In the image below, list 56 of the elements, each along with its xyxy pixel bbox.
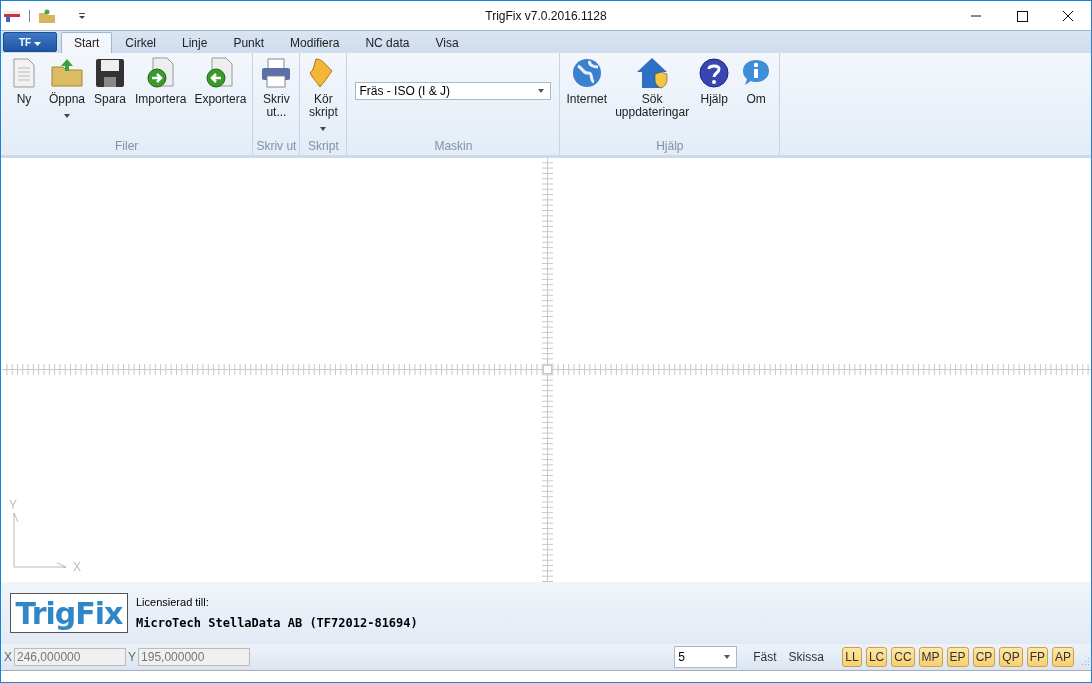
snap-button[interactable]: LC [865,647,888,667]
snap-button[interactable]: QP [999,647,1023,667]
snap-button[interactable]: CP [972,647,996,667]
mode-button[interactable]: Fäst [747,650,783,664]
ribbon-button[interactable]: Hjälp [693,56,736,106]
ribbon-tab[interactable]: Start [61,32,113,53]
folder-icon[interactable] [38,9,56,23]
snap-button[interactable]: AP [1052,647,1074,667]
group-label: Maskin [433,139,474,155]
ribbon-button[interactable]: Sök uppdateringar [611,56,694,119]
caret-icon [34,41,41,46]
license-holder: MicroTech StellaData AB (TF72012-81694) [136,616,418,630]
x-coordinate-field[interactable]: 246,000000 [14,648,126,666]
ribbon-button[interactable]: Kör skript [302,56,345,131]
group-label: Hjälp [655,139,685,155]
snap-button[interactable]: EP [946,647,969,667]
license-label: Licensierad till: [136,596,210,608]
ribbon-button[interactable]: Importera [131,56,191,106]
caret-icon [538,89,545,93]
dropdown-caret-icon[interactable] [78,12,86,20]
snap-button[interactable]: LL [841,647,862,667]
snap-button[interactable]: FP [1026,647,1048,667]
snap-button[interactable]: MP [918,647,943,667]
ribbon-tab[interactable]: NC data [352,32,423,53]
ribbon-button[interactable]: Internet [562,56,612,106]
caret-icon [724,655,731,659]
group-label: Filer [114,139,140,155]
app-icon [3,9,21,23]
ribbon-tab[interactable]: Punkt [220,32,278,53]
house-shield-icon [635,56,670,90]
logo: TrigFix [10,593,128,633]
y-coordinate-field[interactable]: 195,000000 [138,648,251,666]
ribbon-button[interactable]: Öppna [45,56,90,118]
help-icon [697,56,732,90]
ribbon-button[interactable]: Om [735,56,778,106]
coordinate-label: X [4,650,12,664]
axis-label: Y [9,498,18,512]
group-label: Skript [307,139,340,155]
ribbon-button[interactable]: Skriv ut... [255,56,298,119]
app-menu-button[interactable]: TF [3,32,57,52]
machine-dropdown[interactable]: Fräs - ISO (I & J) [355,82,552,100]
snap-dropdown[interactable]: 5 [674,646,738,668]
ribbon-tab[interactable]: Visa [422,32,472,53]
axis-arrows-icon [13,512,67,568]
ribbon-tab[interactable]: Modifiera [277,32,353,53]
ribbon-tab[interactable]: Linje [169,32,221,53]
ribbon-button[interactable]: Spara [89,56,132,106]
snap-button[interactable]: CC [891,647,915,667]
axis-label: X [73,560,81,574]
ribbon-tab[interactable]: Cirkel [112,32,169,53]
coordinate-label: Y [128,650,137,664]
ribbon-button[interactable]: Exportera [190,56,251,106]
window-title: TrigFix v7.0.2016.1128 [485,9,607,23]
mode-button[interactable]: Skissa [782,650,830,664]
ribbon-button[interactable]: Ny [3,56,45,106]
group-label: Skriv ut [255,139,298,155]
